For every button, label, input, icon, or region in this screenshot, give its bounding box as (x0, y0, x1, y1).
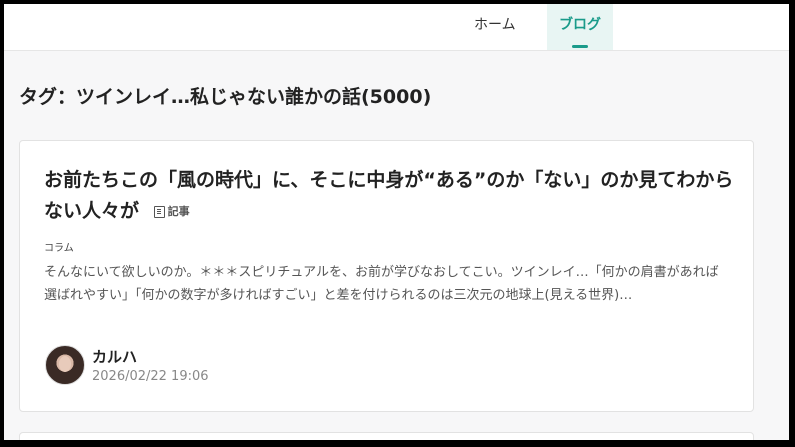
nav-home-link[interactable]: ホーム (474, 4, 516, 50)
article-excerpt: そんなにいて欲しいのか。＊＊＊スピリチュアルを、お前が学びなおしてこい。ツインレ… (44, 265, 719, 303)
next-article-card[interactable] (19, 432, 754, 440)
article-card[interactable]: お前たちこの「風の時代」に、そこに中身が“ある”のか「ない」のか見てわからない人… (19, 140, 754, 412)
author-name[interactable]: カルハ (92, 346, 137, 367)
article-kind: 記事 (153, 196, 190, 227)
active-tab-indicator (572, 45, 588, 48)
article-title[interactable]: お前たちこの「風の時代」に、そこに中身が“ある”のか「ない」のか見てわからない人… (44, 169, 733, 222)
top-nav: ホーム ブログ (4, 4, 789, 51)
page: ホーム ブログ タグ：ツインレイ…私じゃない誰かの話(5000) お前たちこの「… (4, 4, 789, 440)
article-icon (153, 206, 165, 218)
post-date: 2026/02/22 19:06 (92, 369, 209, 384)
avatar[interactable] (45, 345, 85, 385)
nav-blog-label: ブログ (559, 17, 601, 33)
category-label[interactable]: コラム (44, 239, 74, 254)
page-title: タグ：ツインレイ…私じゃない誰かの話(5000) (19, 86, 432, 108)
article-kind-label: 記事 (167, 205, 190, 218)
article-title-block[interactable]: お前たちこの「風の時代」に、そこに中身が“ある”のか「ない」のか見てわからない人… (44, 165, 734, 227)
nav-blog-tab[interactable]: ブログ (547, 4, 613, 50)
